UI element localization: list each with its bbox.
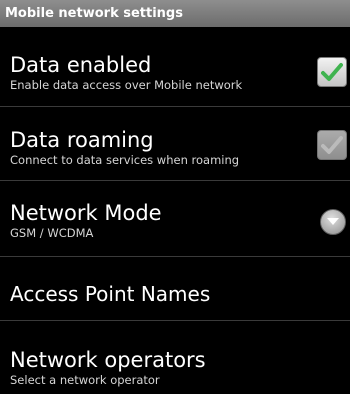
screen-title: Mobile network settings: [0, 0, 350, 27]
setting-network-mode[interactable]: Network Mode GSM / WCDMA: [0, 181, 350, 257]
setting-summary: GSM / WCDMA: [10, 226, 94, 240]
checkmark-icon: [321, 136, 343, 154]
setting-title: Data roaming: [10, 128, 154, 152]
settings-list: Data enabled Enable data access over Mob…: [0, 27, 350, 394]
setting-summary: Select a network operator: [10, 373, 160, 387]
setting-data-roaming[interactable]: Data roaming Connect to data services wh…: [0, 107, 350, 181]
setting-network-operators[interactable]: Network operators Select a network opera…: [0, 321, 350, 394]
checkmark-icon: [321, 63, 343, 81]
setting-title: Network operators: [10, 348, 206, 372]
setting-title: Access Point Names: [10, 282, 211, 306]
setting-summary: Connect to data services when roaming: [10, 153, 240, 167]
network-mode-dropdown[interactable]: [320, 209, 346, 235]
setting-title: Network Mode: [10, 201, 162, 225]
setting-title: Data enabled: [10, 53, 152, 77]
data-roaming-checkbox[interactable]: [317, 130, 347, 160]
data-enabled-checkbox[interactable]: [317, 57, 347, 87]
setting-data-enabled[interactable]: Data enabled Enable data access over Mob…: [0, 27, 350, 107]
setting-access-point-names[interactable]: Access Point Names: [0, 257, 350, 321]
chevron-down-icon: [327, 218, 339, 225]
setting-summary: Enable data access over Mobile network: [10, 78, 243, 92]
